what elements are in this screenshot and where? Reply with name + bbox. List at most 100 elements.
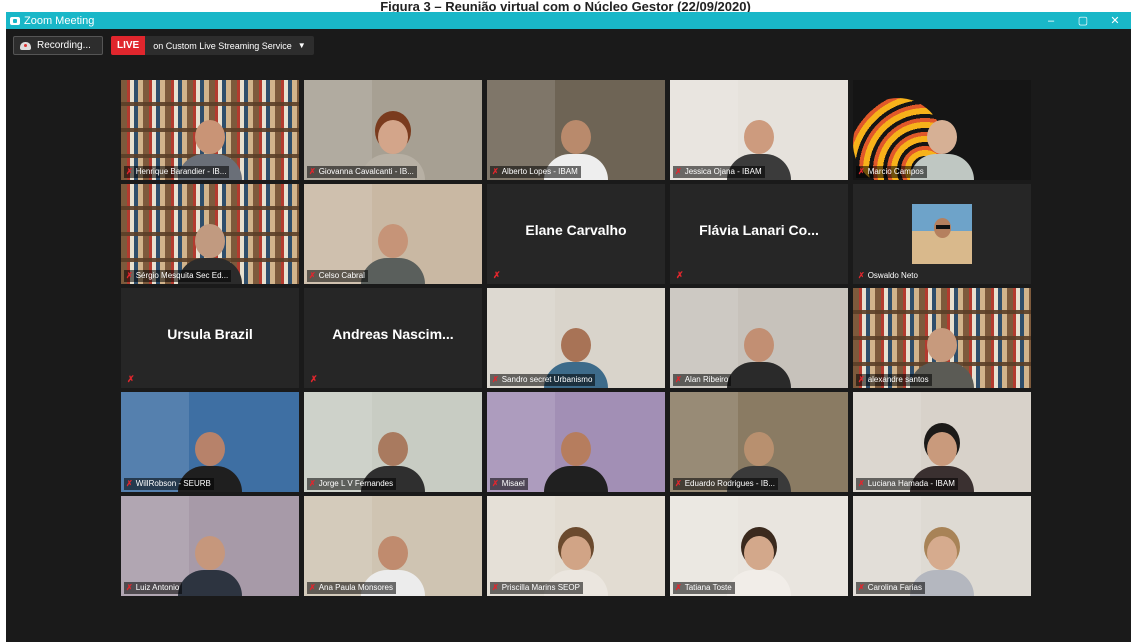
participant-video-tile[interactable]: ✗ Misael [487,392,665,492]
participant-video-tile[interactable]: ✗ Marcio Campos [853,80,1031,180]
participant-name-label: ✗ Sérgio Mesquita Sec Ed... [124,270,232,282]
live-badge: LIVE [111,36,146,55]
minimize-icon[interactable]: ‒ [1035,12,1067,29]
participant-video-tile[interactable]: ✗ Sandro secret Urbanismo [487,288,665,388]
close-icon[interactable]: ✕ [1099,12,1131,29]
microphone-muted-icon: ✗ [493,270,501,280]
window-title: Zoom Meeting [24,14,95,27]
microphone-muted-icon: ✗ [126,479,133,488]
participant-name-tile[interactable]: Flávia Lanari Co... ✗ [670,184,848,284]
participant-name-label: ✗ Tatiana Toste [673,582,735,594]
participant-name: Flávia Lanari Co... [699,222,819,238]
live-stream-dropdown[interactable]: LIVE on Custom Live Streaming Service ▼ [111,36,314,55]
participant-name-label: ✗ Luiz Antonio [124,582,183,594]
participant-name: Marcio Campos [867,167,924,176]
live-stream-label: on Custom Live Streaming Service [153,40,292,51]
participant-video-tile[interactable]: ✗ Jorge L V Fernandes [304,392,482,492]
participant-name-tile[interactable]: Andreas Nascim... ✗ [304,288,482,388]
gallery-view-grid: ✗ Henrique Barandier - IB... ✗ Giovanna Cav… [121,80,1031,596]
participant-name-label: ✗ Oswaldo Neto [856,270,921,282]
participant-name-label: ✗ Misael [490,478,528,490]
participant-name: Andreas Nascim... [332,326,454,342]
microphone-muted-icon: ✗ [309,271,316,280]
participant-video-tile[interactable]: ✗ Sérgio Mesquita Sec Ed... [121,184,299,284]
participant-name-label: ✗ Luciana Hamada - IBAM [856,478,958,490]
meeting-toolbar: Recording... LIVE on Custom Live Streami… [13,36,314,56]
participant-name-label: ✗ Alberto Lopes - IBAM [490,166,581,178]
participant-video-tile[interactable]: ✗ Ana Paula Monsores [304,496,482,596]
recording-button[interactable]: Recording... [13,36,103,55]
participant-name: Luciana Hamada - IBAM [867,479,955,488]
microphone-muted-icon: ✗ [675,167,682,176]
participant-name: alexandre santos [867,375,929,384]
participant-video-tile[interactable]: ✗ Celso Cabral [304,184,482,284]
microphone-muted-icon: ✗ [858,375,865,384]
participant-figure [178,534,242,596]
participant-video-tile[interactable]: ✗ Priscilla Marins SEOP [487,496,665,596]
participant-video-tile[interactable]: ✗ Luiz Antonio [121,496,299,596]
participant-video-tile[interactable]: ✗ Alberto Lopes - IBAM [487,80,665,180]
participant-figure [544,430,608,492]
participant-name-label: ✗ Priscilla Marins SEOP [490,582,583,594]
participant-name: Luiz Antonio [135,583,180,592]
participant-figure [727,534,791,596]
microphone-muted-icon: ✗ [492,167,499,176]
participant-video-tile[interactable]: ✗ Jessica Ojana - IBAM [670,80,848,180]
participant-name: Alan Ribeiro [684,375,729,384]
participant-name: Jorge L V Fernandes [318,479,394,488]
microphone-muted-icon: ✗ [310,374,318,384]
participant-video-tile[interactable]: ✗ Giovanna Cavalcanti - IB... [304,80,482,180]
participant-name-label: ✗ Ana Paula Monsores [307,582,396,594]
participant-video-tile[interactable]: ✗ Carolina Farias [853,496,1031,596]
participant-video-tile[interactable]: ✗ alexandre santos [853,288,1031,388]
participant-name-label: ✗ Eduardo Rodrigues - IB... [673,478,778,490]
participant-name-label: ✗ Jorge L V Fernandes [307,478,397,490]
participant-name-label: ✗ Carolina Farias [856,582,925,594]
chevron-down-icon: ▼ [297,41,306,50]
participant-name: Elane Carvalho [525,222,627,238]
participant-name: Henrique Barandier - IB... [135,167,227,176]
microphone-muted-icon: ✗ [858,479,865,488]
microphone-muted-icon: ✗ [675,479,682,488]
participant-name: Ana Paula Monsores [318,583,393,592]
participant-name: Misael [501,479,525,488]
microphone-muted-icon: ✗ [858,167,865,176]
participant-name: Oswaldo Neto [867,271,918,280]
participant-name-tile[interactable]: Elane Carvalho ✗ [487,184,665,284]
participant-name-label: ✗ Marcio Campos [856,166,927,178]
participant-name-tile[interactable]: ✗ Oswaldo Neto [853,184,1031,284]
participant-video-tile[interactable]: ✗ Luciana Hamada - IBAM [853,392,1031,492]
participant-name-label: ✗ Sandro secret Urbanismo [490,374,596,386]
participant-name: Sandro secret Urbanismo [501,375,593,384]
participant-video-tile[interactable]: ✗ Eduardo Rodrigues - IB... [670,392,848,492]
zoom-app-icon [10,16,20,25]
participant-name: Ursula Brazil [167,326,253,342]
microphone-muted-icon: ✗ [126,271,133,280]
participant-name: Eduardo Rodrigues - IB... [684,479,775,488]
participant-video-tile[interactable]: ✗ Alan Ribeiro [670,288,848,388]
participant-name-label: ✗ alexandre santos [856,374,932,386]
cloud-record-icon [20,41,31,50]
participant-name-tile[interactable]: Ursula Brazil ✗ [121,288,299,388]
microphone-muted-icon: ✗ [858,271,865,280]
participant-video-tile[interactable]: ✗ WillRobson - SEURB [121,392,299,492]
participant-name: Alberto Lopes - IBAM [501,167,578,176]
participant-name-label: ✗ WillRobson - SEURB [124,478,214,490]
participant-video-tile[interactable]: ✗ Tatiana Toste [670,496,848,596]
participant-name-label: ✗ Giovanna Cavalcanti - IB... [307,166,417,178]
microphone-muted-icon: ✗ [858,583,865,592]
microphone-muted-icon: ✗ [492,375,499,384]
participant-figure [361,222,425,284]
restore-icon[interactable]: ▢ [1067,12,1099,29]
participant-name: WillRobson - SEURB [135,479,211,488]
microphone-muted-icon: ✗ [492,583,499,592]
window-controls: ‒ ▢ ✕ [1035,12,1131,29]
profile-picture [912,204,972,264]
participant-video-tile[interactable]: ✗ Henrique Barandier - IB... [121,80,299,180]
participant-name: Carolina Farias [867,583,922,592]
participant-name-label: ✗ Celso Cabral [307,270,368,282]
microphone-muted-icon: ✗ [309,167,316,176]
microphone-muted-icon: ✗ [492,479,499,488]
participant-name: Priscilla Marins SEOP [501,583,580,592]
microphone-muted-icon: ✗ [126,583,133,592]
